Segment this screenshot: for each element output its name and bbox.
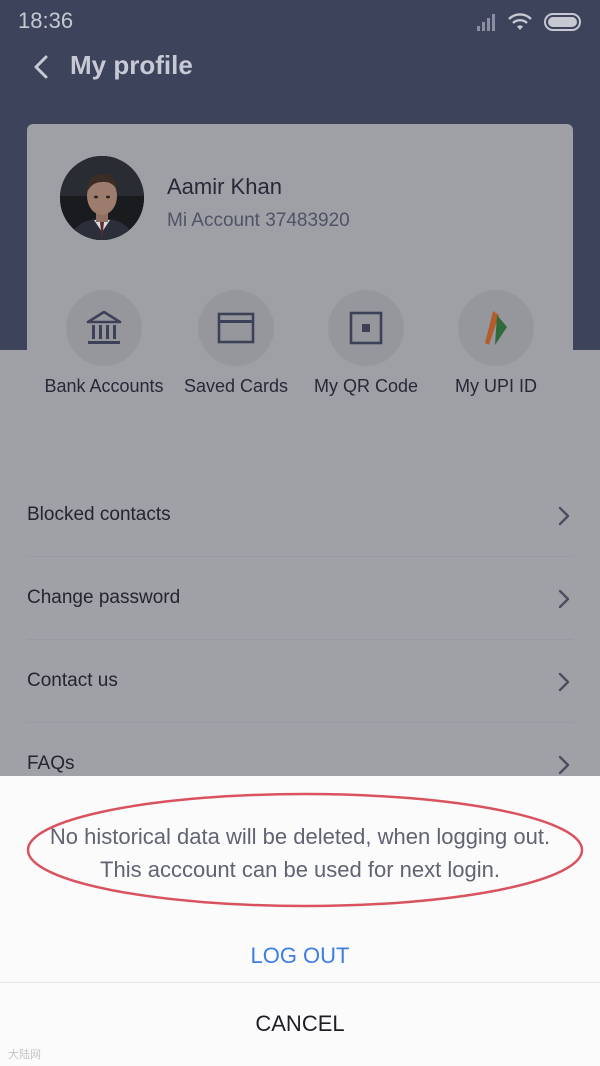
back-button[interactable] bbox=[26, 50, 60, 84]
saved-cards-button[interactable]: Saved Cards bbox=[161, 290, 311, 400]
page-title: My profile bbox=[70, 50, 193, 80]
my-qr-code-label: My QR Code bbox=[313, 376, 419, 396]
user-name: Aamir Khan bbox=[167, 174, 282, 199]
status-icons bbox=[476, 10, 582, 34]
divider bbox=[0, 982, 600, 983]
status-time: 18:36 bbox=[18, 8, 74, 33]
chevron-right-icon bbox=[558, 672, 570, 692]
menu-item-label: Blocked contacts bbox=[27, 504, 171, 525]
logout-button[interactable]: LOG OUT bbox=[0, 926, 600, 986]
wifi-icon bbox=[508, 13, 532, 30]
chevron-right-icon bbox=[558, 506, 570, 526]
chevron-right-icon bbox=[558, 755, 570, 775]
user-account: Mi Account 37483920 bbox=[167, 210, 350, 231]
bank-accounts-button[interactable]: Bank Accounts bbox=[29, 290, 179, 400]
menu-list: Blocked contacts Change password Contact… bbox=[0, 474, 600, 806]
profile-card: Aamir Khan Mi Account 37483920 Bank Acco… bbox=[27, 124, 573, 440]
menu-item-label: FAQs bbox=[27, 753, 75, 774]
menu-item-blocked-contacts[interactable]: Blocked contacts bbox=[27, 474, 573, 557]
quick-actions: Bank Accounts Saved Cards My QR Code My … bbox=[27, 290, 573, 400]
cancel-button[interactable]: CANCEL bbox=[0, 1006, 600, 1056]
my-qr-code-icon-circle bbox=[328, 290, 404, 366]
watermark: 大陆网 bbox=[8, 1049, 41, 1061]
saved-cards-icon-circle bbox=[198, 290, 274, 366]
annotation-ellipse bbox=[26, 792, 584, 908]
avatar[interactable] bbox=[60, 156, 144, 240]
battery-icon bbox=[544, 13, 581, 31]
chevron-right-icon bbox=[558, 589, 570, 609]
menu-item-change-password[interactable]: Change password bbox=[27, 557, 573, 640]
qr-code-icon bbox=[349, 311, 383, 345]
status-bar: 18:36 bbox=[0, 0, 600, 44]
signal-icon bbox=[477, 14, 495, 31]
menu-item-label: Contact us bbox=[27, 670, 118, 691]
avatar-image bbox=[60, 156, 144, 240]
logout-bottom-sheet: No historical data will be deleted, when… bbox=[0, 776, 600, 1066]
menu-item-label: Change password bbox=[27, 587, 181, 608]
my-upi-id-button[interactable]: My UPI ID bbox=[421, 290, 571, 400]
chevron-left-icon bbox=[34, 55, 48, 79]
menu-item-contact-us[interactable]: Contact us bbox=[27, 640, 573, 723]
upi-icon bbox=[485, 311, 507, 345]
my-qr-code-button[interactable]: My QR Code bbox=[291, 290, 441, 400]
bank-accounts-label: Bank Accounts bbox=[44, 376, 164, 396]
my-upi-id-icon-circle bbox=[458, 290, 534, 366]
saved-cards-label: Saved Cards bbox=[183, 376, 289, 396]
bank-icon bbox=[86, 310, 122, 344]
card-icon bbox=[217, 312, 255, 344]
bank-accounts-icon-circle bbox=[66, 290, 142, 366]
my-upi-id-label: My UPI ID bbox=[454, 376, 537, 396]
